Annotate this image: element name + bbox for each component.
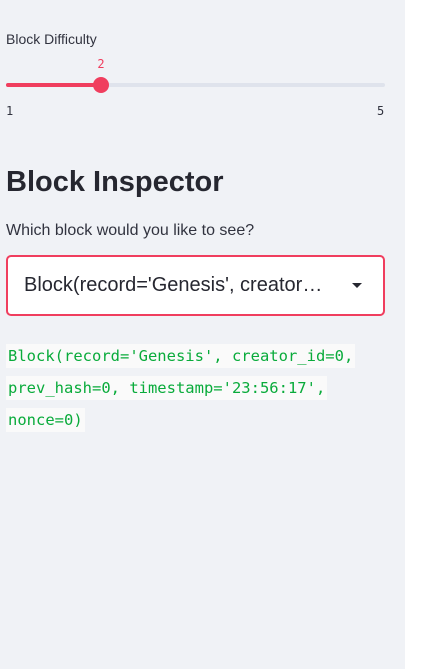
block-output: Block(record='Genesis', creator_id=0, pr… [6,340,376,436]
block-select-value: Block(record='Genesis', creator_id=0, pr… [24,274,329,296]
difficulty-slider-value: 2 [97,57,105,71]
block-select[interactable]: Block(record='Genesis', creator_id=0, pr… [6,255,385,316]
main-panel: Block Difficulty 2 1 5 Block Inspector W… [0,0,405,669]
difficulty-slider-track[interactable] [6,77,385,93]
block-select-label: Which block would you like to see? [6,222,255,239]
difficulty-slider-min: 1 [6,104,14,118]
chevron-down-icon [352,283,362,288]
difficulty-slider-max: 5 [377,104,385,118]
difficulty-slider-label: Block Difficulty [6,31,97,47]
difficulty-slider-fill [6,83,101,87]
page-title: Block Inspector [6,166,224,198]
difficulty-slider-thumb[interactable] [93,77,109,93]
block-output-text: Block(record='Genesis', creator_id=0, pr… [6,344,356,432]
